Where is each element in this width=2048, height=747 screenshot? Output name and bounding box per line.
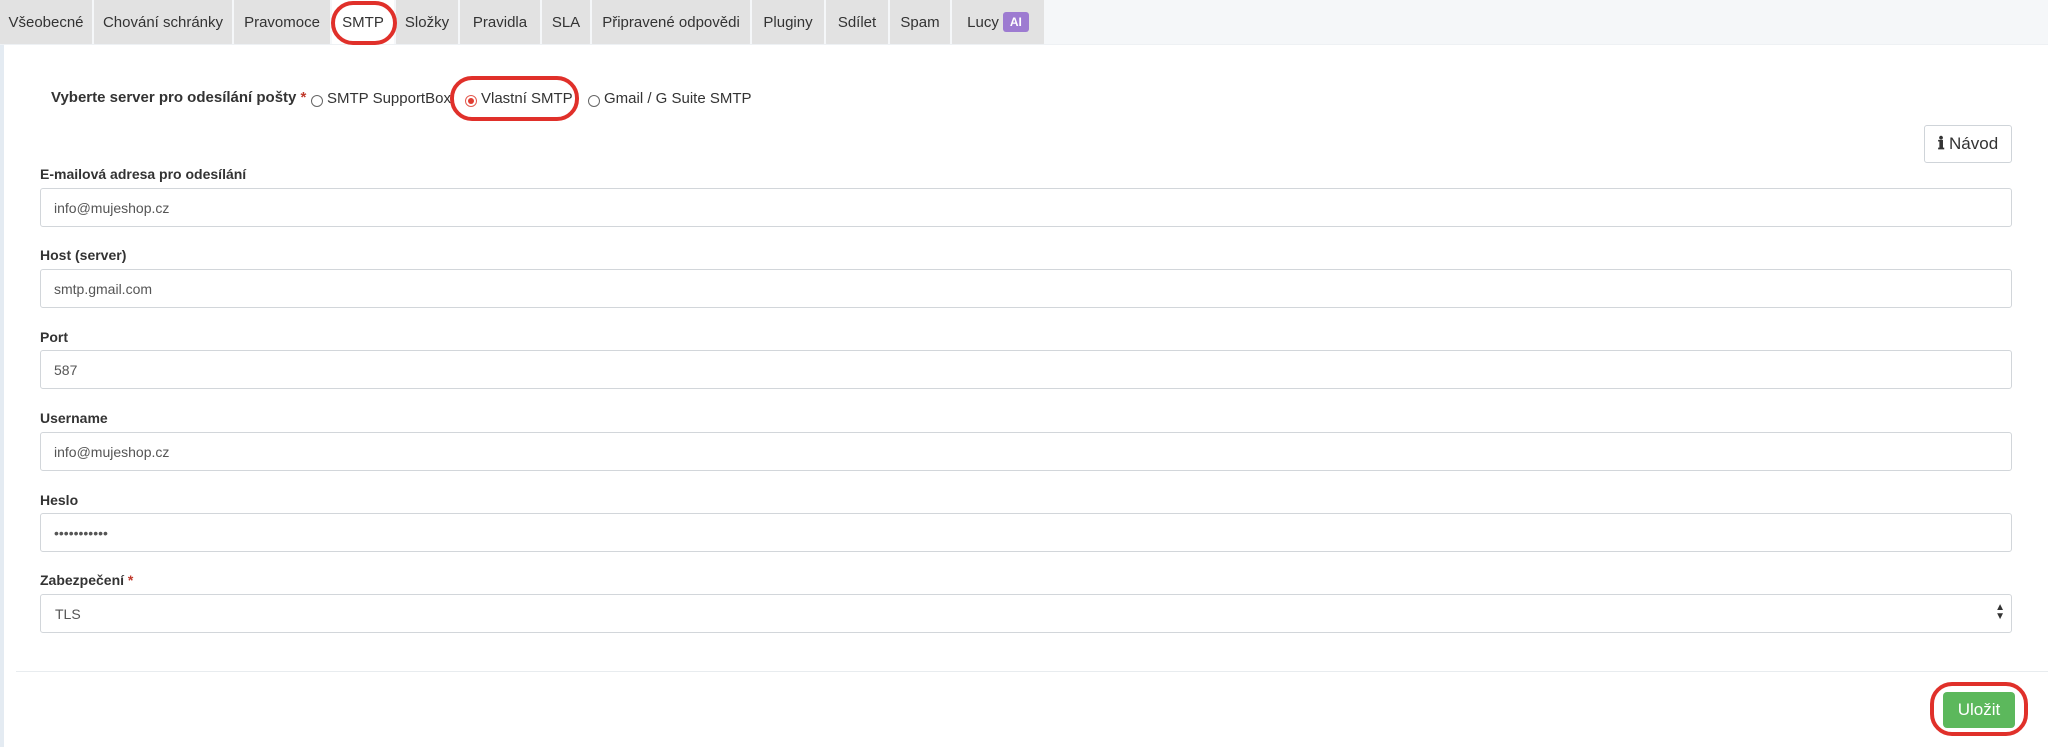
tab-lucy-label: Lucy (967, 14, 999, 31)
radio-smtp-supportbox[interactable] (311, 95, 323, 107)
tab-plugins[interactable]: Pluginy (752, 0, 824, 45)
tab-rules[interactable]: Pravidla (460, 0, 540, 45)
select-arrows-icon: ▲ ▼ (1995, 602, 2005, 622)
tab-mailbox-behavior[interactable]: Chování schránky (94, 0, 232, 45)
option-gmail-smtp[interactable]: Gmail / G Suite SMTP (604, 90, 752, 107)
required-mark: * (300, 89, 307, 106)
tab-bar: Všeobecné Chování schránky Pravomoce SMT… (0, 0, 2048, 45)
radio-custom-smtp[interactable] (465, 95, 477, 107)
sender-email-label: E-mailová adresa pro odesílání (40, 166, 247, 182)
host-label: Host (server) (40, 247, 127, 263)
security-required-mark: * (127, 572, 134, 588)
username-input[interactable] (40, 432, 2012, 471)
security-select-value: TLS (55, 606, 81, 622)
tab-folders[interactable]: Složky (396, 0, 458, 45)
tab-permissions[interactable]: Pravomoce (234, 0, 330, 45)
tab-smtp[interactable]: SMTP (332, 0, 394, 45)
tab-bar-border (0, 44, 2048, 45)
username-label: Username (40, 410, 108, 426)
option-custom-smtp[interactable]: Vlastní SMTP (481, 90, 573, 107)
info-icon: ℹ (1937, 134, 1945, 153)
security-select[interactable]: TLS ▲ ▼ (40, 594, 2012, 633)
tab-spam[interactable]: Spam (890, 0, 950, 45)
left-border (0, 0, 4, 747)
password-input[interactable] (40, 513, 2012, 552)
guide-button-label: Návod (1949, 134, 1999, 153)
save-button[interactable]: Uložit (1943, 692, 2015, 728)
security-label-text: Zabezpečení (40, 572, 125, 588)
radio-gmail-smtp[interactable] (588, 95, 600, 107)
ai-badge: AI (1002, 12, 1029, 33)
tab-share[interactable]: Sdílet (826, 0, 888, 45)
server-select-label-text: Vyberte server pro odesílání pošty (51, 89, 297, 106)
sender-email-input[interactable] (40, 188, 2012, 227)
security-label: Zabezpečení * (40, 572, 133, 588)
server-select-label: Vyberte server pro odesílání pošty * (51, 89, 306, 106)
port-input[interactable] (40, 350, 2012, 389)
guide-button[interactable]: ℹ Návod (1924, 125, 2012, 163)
form-divider (16, 671, 2048, 672)
tab-canned-responses[interactable]: Připravené odpovědi (592, 0, 750, 45)
option-smtp-supportbox[interactable]: SMTP SupportBox (327, 90, 451, 107)
port-label: Port (40, 329, 68, 345)
password-label: Heslo (40, 492, 79, 508)
host-input[interactable] (40, 269, 2012, 308)
tab-sla[interactable]: SLA (542, 0, 590, 45)
tab-lucy[interactable]: Lucy AI (952, 0, 1044, 45)
tab-general[interactable]: Všeobecné (0, 0, 92, 45)
